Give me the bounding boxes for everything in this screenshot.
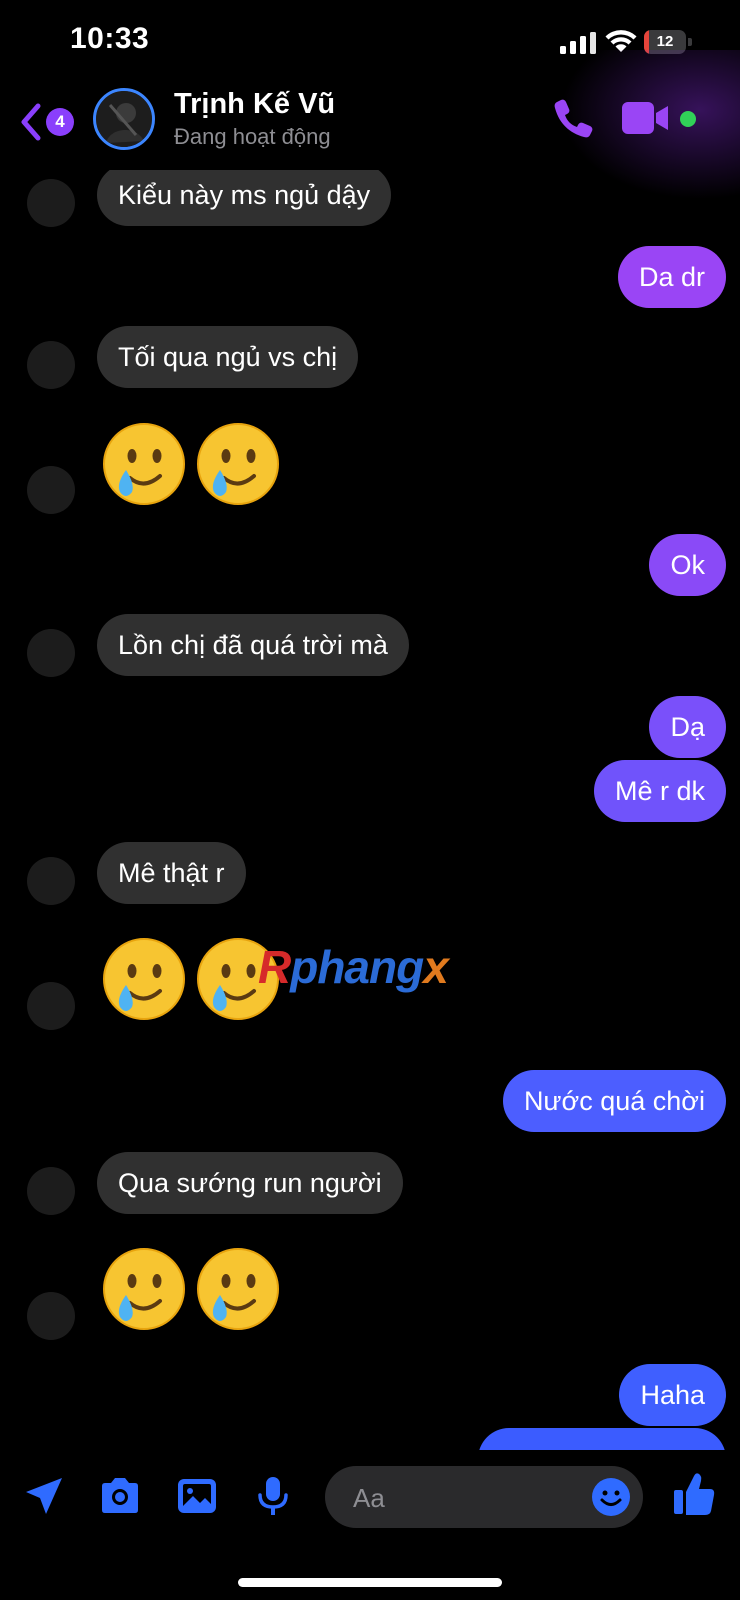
crying-smile-emoji-icon [103, 423, 185, 505]
crying-smile-emoji-icon [103, 1248, 185, 1330]
location-arrow-icon[interactable] [22, 1474, 66, 1518]
message-bubble-incoming[interactable]: Kiểu này ms ngủ dậy [97, 170, 392, 226]
message-list[interactable]: Kiểu này ms ngủ dậy Da dr Tối qua ngủ vs… [0, 170, 740, 1450]
sender-avatar[interactable] [27, 1292, 75, 1340]
sender-avatar[interactable] [27, 179, 75, 227]
message-bubble-outgoing[interactable]: Ok [649, 534, 726, 596]
crying-smile-emoji-icon [197, 423, 279, 505]
message-bubble-partial[interactable] [478, 1428, 726, 1450]
sender-avatar[interactable] [27, 466, 75, 514]
avatar[interactable] [93, 88, 155, 150]
sender-avatar[interactable] [27, 982, 75, 1030]
phone-icon[interactable] [552, 96, 596, 140]
video-camera-icon[interactable] [622, 100, 672, 136]
message-bubble-incoming[interactable]: Tối qua ngủ vs chị [97, 326, 359, 388]
message-input-wrapper[interactable] [325, 1466, 643, 1530]
message-bubble-outgoing[interactable]: Mê r dk [593, 760, 726, 822]
message-bubble-incoming[interactable]: Lồn chị đã quá trời mà [97, 614, 409, 676]
crying-smile-emoji-icon [103, 938, 185, 1020]
emoji-message[interactable]: 🥲🥲 [100, 1245, 290, 1335]
watermark: Rphangx [258, 941, 449, 993]
status-time: 10:33 [70, 22, 150, 55]
contact-name[interactable]: Trịnh Kế Vũ [174, 88, 335, 121]
sender-avatar[interactable] [27, 857, 75, 905]
emoji-message[interactable]: 🥲🥲 [100, 420, 290, 510]
message-bubble-outgoing[interactable]: Haha [619, 1364, 726, 1426]
camera-icon[interactable] [98, 1474, 142, 1518]
back-button[interactable]: 4 [18, 100, 78, 144]
image-icon[interactable] [175, 1474, 219, 1518]
composer-bar [0, 1450, 740, 1550]
sender-avatar[interactable] [27, 629, 75, 677]
crying-smile-emoji-icon [197, 1248, 279, 1330]
message-bubble-incoming[interactable]: Mê thật r [97, 842, 246, 904]
smiley-icon[interactable] [591, 1477, 631, 1517]
home-indicator[interactable] [238, 1578, 502, 1587]
chat-header: 4 Trịnh Kế Vũ Đang hoạt động [0, 50, 740, 200]
message-bubble-outgoing[interactable]: Da dr [617, 246, 726, 308]
sender-avatar[interactable] [27, 341, 75, 389]
online-indicator [680, 111, 696, 127]
message-bubble-incoming[interactable]: Qua sướng run người [97, 1152, 403, 1214]
message-bubble-outgoing[interactable]: Dạ [649, 696, 726, 758]
unread-badge: 4 [46, 108, 74, 136]
message-bubble-outgoing[interactable]: Nước quá chời [502, 1070, 726, 1132]
microphone-icon[interactable] [251, 1474, 295, 1518]
thumbs-up-icon[interactable] [672, 1470, 716, 1518]
active-status: Đang hoạt động [174, 124, 331, 149]
sender-avatar[interactable] [27, 1167, 75, 1215]
back-chevron-icon [21, 103, 41, 141]
message-input[interactable] [351, 1466, 575, 1530]
